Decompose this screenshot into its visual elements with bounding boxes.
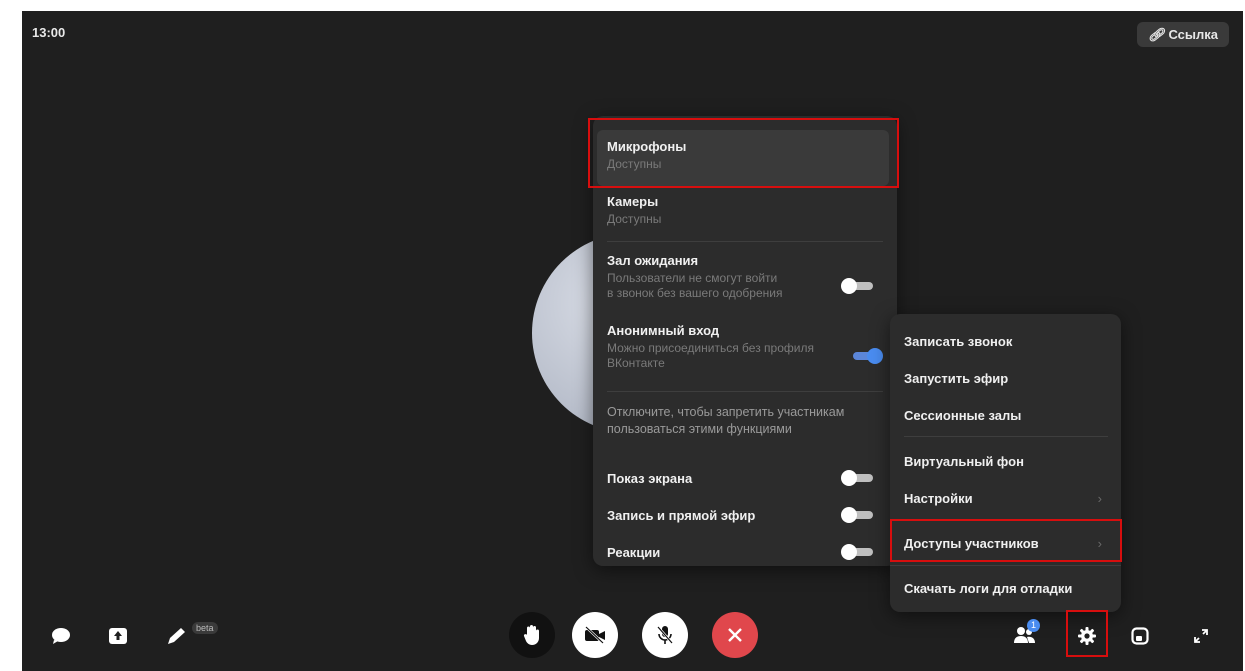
mic-off-button[interactable]: [642, 612, 688, 658]
draw-icon[interactable]: [164, 623, 190, 649]
anonymous-entry-desc-1: Можно присоединиться без профиля: [607, 341, 814, 355]
reactions-toggle[interactable]: [841, 544, 877, 560]
fullscreen-icon: [1194, 629, 1208, 643]
start-stream-item[interactable]: Запустить эфир: [904, 371, 1108, 386]
divider: [904, 436, 1108, 437]
restriction-note: Отключите, чтобы запретить участникам по…: [607, 404, 887, 438]
anonymous-entry-toggle[interactable]: [847, 348, 883, 364]
end-call-button[interactable]: [712, 612, 758, 658]
copy-link-label: Ссылка: [1168, 27, 1218, 42]
layout-button[interactable]: [1127, 623, 1153, 649]
settings-item[interactable]: Настройки ›: [904, 491, 1108, 506]
cameras-item[interactable]: Камеры Доступны: [607, 194, 887, 227]
layout-icon: [1131, 627, 1149, 645]
anonymous-entry-item[interactable]: Анонимный вход Можно присоединиться без …: [607, 323, 887, 371]
fullscreen-button[interactable]: [1188, 623, 1214, 649]
divider: [607, 241, 883, 242]
divider: [890, 565, 1121, 566]
participants-button[interactable]: 1: [1010, 619, 1040, 649]
beta-badge: beta: [192, 622, 218, 634]
virtual-background-item[interactable]: Виртуальный фон: [904, 454, 1108, 469]
waiting-room-toggle[interactable]: [841, 278, 877, 294]
camera-off-button[interactable]: [572, 612, 618, 658]
waiting-room-title: Зал ожидания: [607, 253, 699, 268]
settings-icon: [1078, 627, 1096, 645]
restriction-note-line1: Отключите, чтобы запретить участникам: [607, 405, 845, 419]
participant-access-label: Доступы участников: [904, 536, 1039, 551]
raise-hand-button[interactable]: [509, 612, 555, 658]
cameras-status: Доступны: [607, 212, 662, 226]
chat-icon[interactable]: [48, 623, 74, 649]
call-time: 13:00: [32, 25, 66, 40]
recording-toggle[interactable]: [841, 507, 877, 523]
share-screen-icon[interactable]: [105, 623, 131, 649]
settings-button[interactable]: [1074, 623, 1100, 649]
participant-access-item[interactable]: Доступы участников ›: [904, 536, 1108, 551]
microphones-title: Микрофоны: [607, 139, 687, 154]
microphones-item[interactable]: Микрофоны Доступны: [607, 139, 887, 172]
settings-menu: Записать звонок Запустить эфир Сессионны…: [890, 314, 1121, 612]
chevron-right-icon: ›: [1097, 491, 1102, 506]
chevron-right-icon: ›: [1097, 536, 1102, 551]
camera-off-icon: [585, 626, 605, 644]
link-icon: 🔗︎: [1147, 26, 1165, 42]
end-call-icon: [728, 628, 742, 642]
record-call-item[interactable]: Записать звонок: [904, 334, 1108, 349]
participants-count-badge: 1: [1027, 619, 1040, 632]
anonymous-entry-desc-2: ВКонтакте: [607, 356, 665, 370]
divider: [607, 391, 883, 392]
session-rooms-item[interactable]: Сессионные залы: [904, 408, 1108, 423]
screen-share-toggle[interactable]: [841, 470, 877, 486]
microphones-status: Доступны: [607, 157, 662, 171]
participant-access-menu: Микрофоны Доступны Камеры Доступны Зал о…: [593, 116, 897, 566]
call-stage: 13:00 🔗︎ Ссылка Микрофоны Доступны Камер…: [22, 11, 1243, 671]
anonymous-entry-title: Анонимный вход: [607, 323, 720, 338]
cameras-title: Камеры: [607, 194, 659, 209]
restriction-note-line2: пользоваться этими функциями: [607, 422, 792, 436]
copy-link-button[interactable]: 🔗︎ Ссылка: [1136, 22, 1229, 47]
raise-hand-icon: [523, 625, 539, 645]
mic-off-icon: [657, 626, 673, 644]
settings-item-label: Настройки: [904, 491, 973, 506]
download-logs-item[interactable]: Скачать логи для отладки: [904, 581, 1108, 596]
